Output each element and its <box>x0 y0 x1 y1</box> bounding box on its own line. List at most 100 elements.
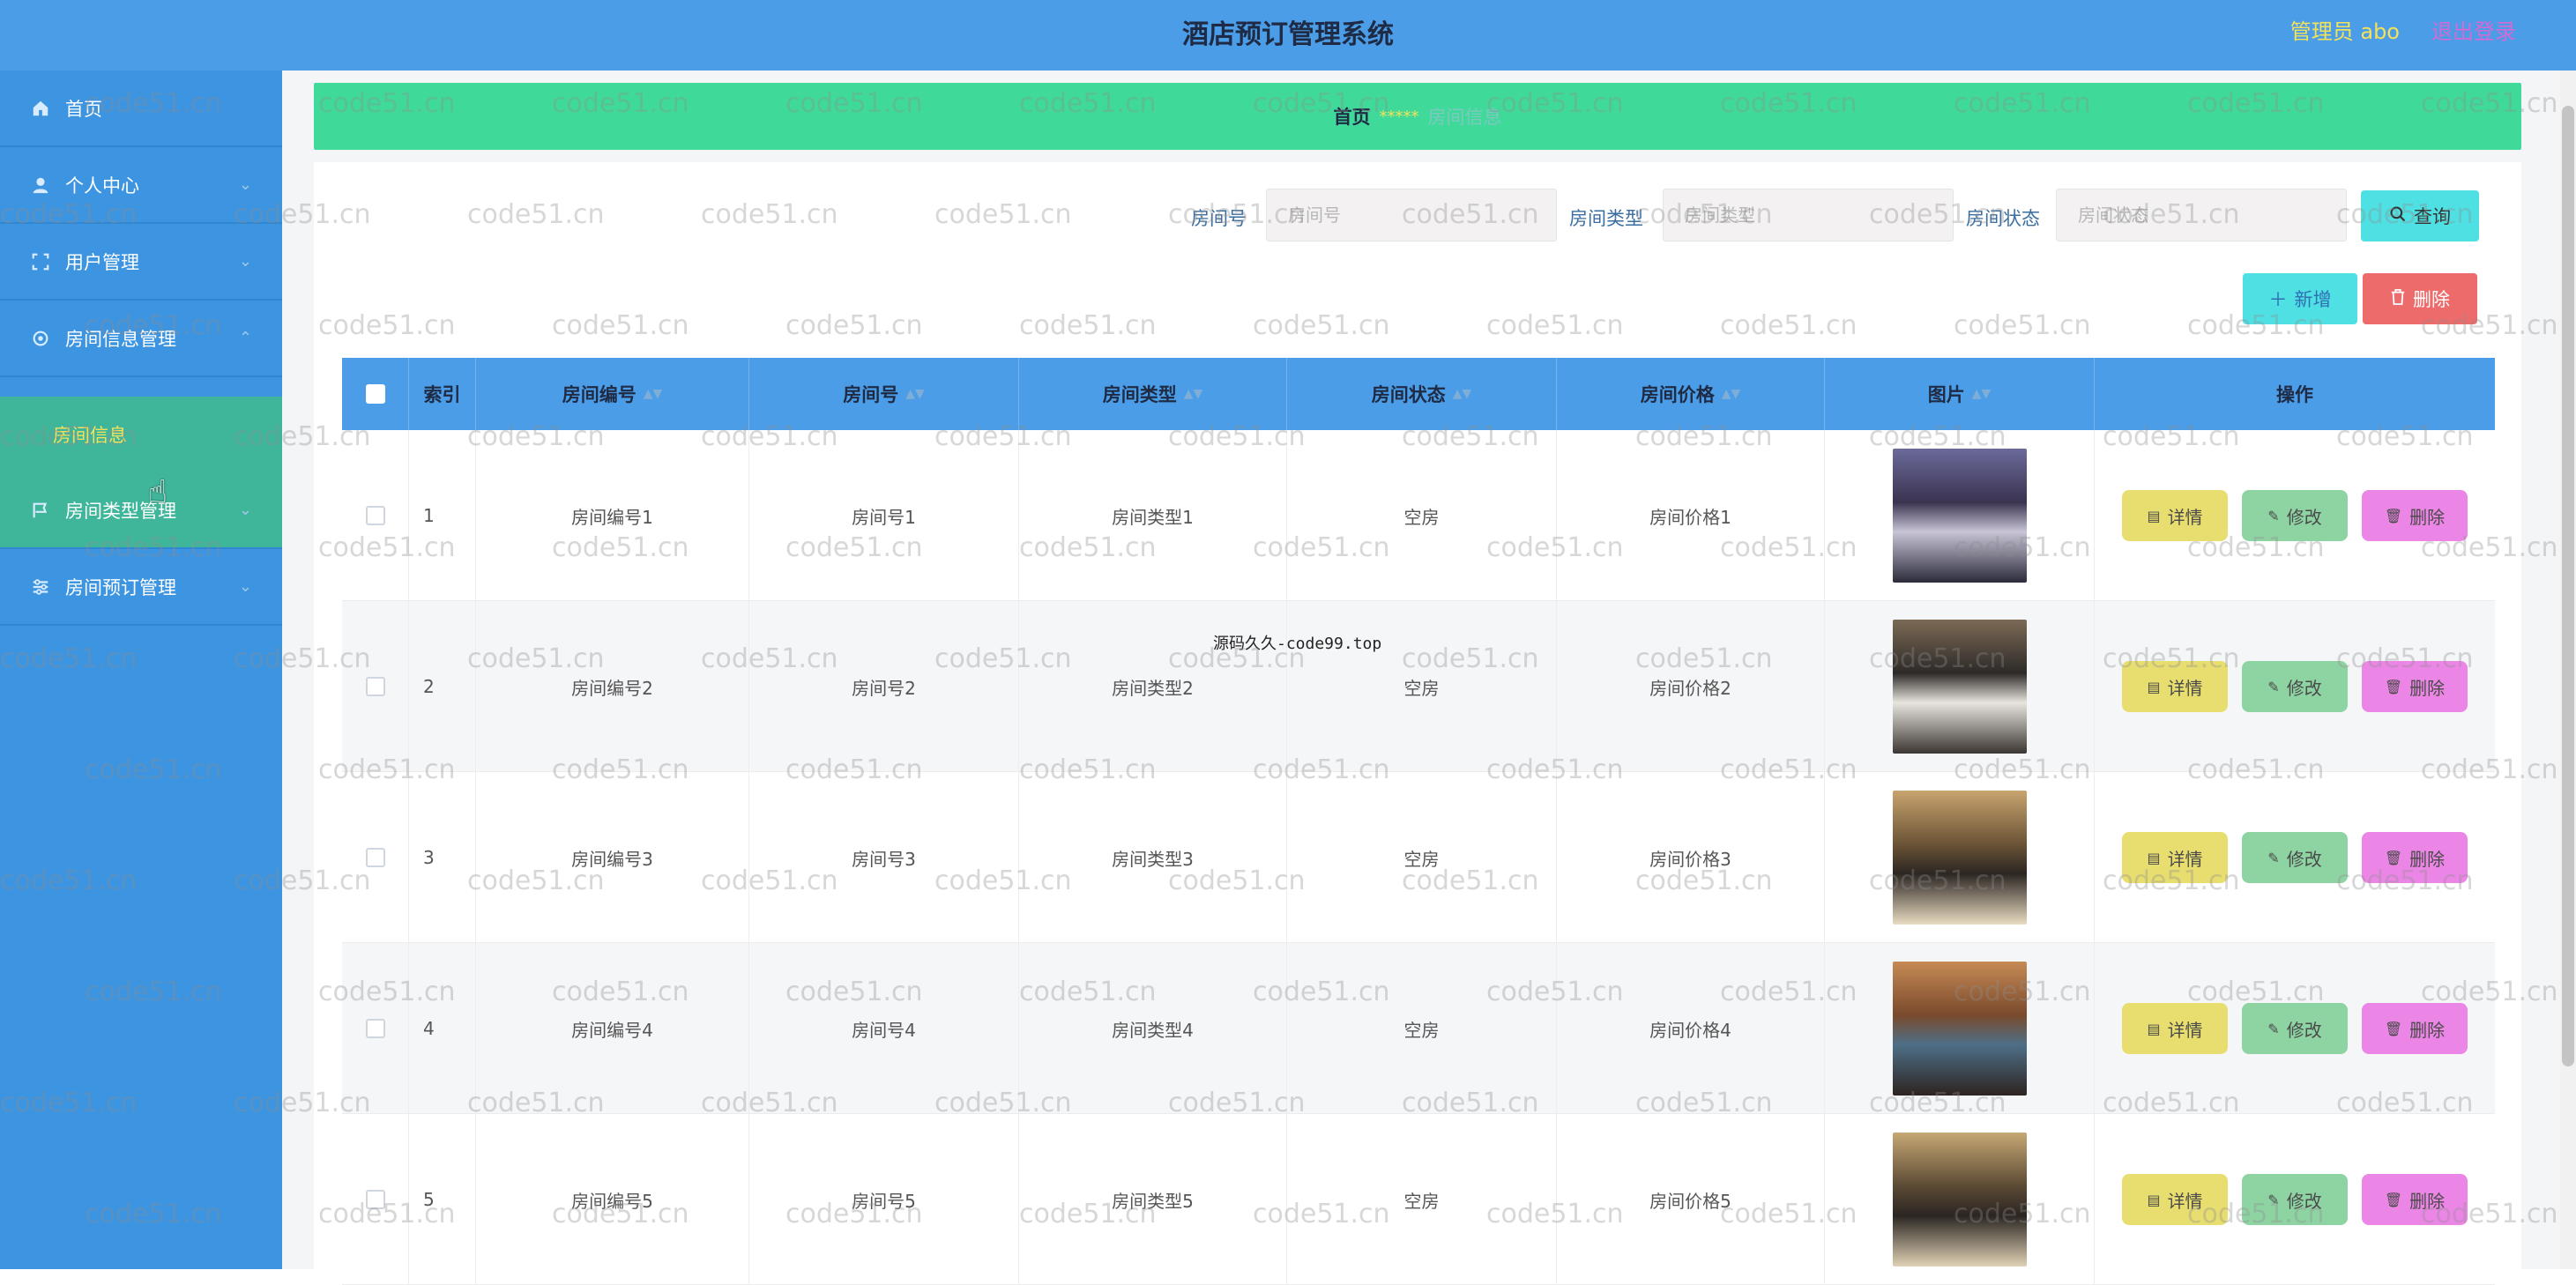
row-checkbox[interactable] <box>365 1190 385 1209</box>
cell-text: 房间类型4 <box>1112 1019 1194 1041</box>
users-icon <box>30 251 51 272</box>
edit-button[interactable]: ✎ 修改 <box>2242 832 2348 883</box>
cell-price: 房间价格4 <box>1557 943 1825 1114</box>
delete-button[interactable]: 🗑 删除 <box>2362 661 2468 712</box>
room-photo[interactable] <box>1892 1133 2027 1266</box>
room-status-input[interactable] <box>2056 189 2347 241</box>
detail-button[interactable]: ▤ 详情 <box>2122 490 2228 541</box>
sidebar-item-room-info-management[interactable]: 房间信息管理 ⌃ <box>0 301 282 377</box>
room-photo[interactable] <box>1892 620 2027 754</box>
sidebar-item-room-type-management[interactable]: 房间类型管理 ⌄ <box>0 472 282 549</box>
row-checkbox[interactable] <box>365 848 385 867</box>
column-header-room-type[interactable]: 房间类型 ▲▼ <box>1019 358 1287 430</box>
detail-button[interactable]: ▤ 详情 <box>2122 661 2228 712</box>
logout-link[interactable]: 退出登录 <box>2431 14 2516 45</box>
app-title: 酒店预订管理系统 <box>1182 19 1394 50</box>
select-all-checkbox[interactable] <box>365 384 385 404</box>
column-header-room-status[interactable]: 房间状态 ▲▼ <box>1287 358 1557 430</box>
sort-icon[interactable]: ▲▼ <box>1184 387 1203 401</box>
sidebar-item-label: 房间信息管理 <box>65 328 176 350</box>
delete-button[interactable]: 🗑 删除 <box>2362 490 2468 541</box>
cell-text: 房间编号5 <box>571 1190 653 1212</box>
sidebar-subitem-room-info[interactable]: 房间信息 <box>0 397 282 472</box>
cell-code: 房间编号2 <box>476 601 749 772</box>
cell-text: 4 <box>423 1018 435 1039</box>
delete-button[interactable]: 🗑 删除 <box>2362 832 2468 883</box>
add-button[interactable]: ＋ 新增 <box>2243 273 2357 324</box>
trash-icon: 🗑 <box>2384 678 2403 695</box>
plus-icon: ＋ <box>2268 289 2288 310</box>
detail-button-label: 详情 <box>2167 1019 2203 1041</box>
cell-no: 房间号2 <box>749 601 1019 772</box>
room-photo[interactable] <box>1892 962 2027 1096</box>
cell-index: 4 <box>409 943 476 1114</box>
column-header-room-no[interactable]: 房间号 ▲▼ <box>749 358 1019 430</box>
cell-code: 房间编号5 <box>476 1114 749 1285</box>
column-header-label: 操作 <box>2276 384 2313 405</box>
delete-button[interactable]: 🗑 删除 <box>2362 1174 2468 1225</box>
detail-button[interactable]: ▤ 详情 <box>2122 1174 2228 1225</box>
cell-text: 房间编号1 <box>571 506 653 528</box>
user-icon <box>30 175 51 196</box>
detail-button[interactable]: ▤ 详情 <box>2122 832 2228 883</box>
room-type-input[interactable] <box>1663 189 1954 241</box>
breadcrumb: 首页 ***** 房间信息 <box>314 83 2521 150</box>
column-header-label: 房间编号 <box>562 384 637 405</box>
cell-actions: ▤ 详情 ✎ 修改 🗑 删除 <box>2095 772 2495 943</box>
query-button[interactable]: 查询 <box>2361 190 2479 241</box>
breadcrumb-home[interactable]: 首页 <box>1334 103 1371 130</box>
sidebar-item-users[interactable]: 用户管理 ⌄ <box>0 224 282 301</box>
cell-index: 1 <box>409 430 476 601</box>
row-checkbox-cell <box>342 430 409 601</box>
scrollbar-thumb[interactable] <box>2562 106 2574 1066</box>
sort-icon[interactable]: ▲▼ <box>1453 387 1472 401</box>
cell-image <box>1825 1114 2095 1285</box>
column-header-room-price[interactable]: 房间价格 ▲▼ <box>1557 358 1825 430</box>
edit-button[interactable]: ✎ 修改 <box>2242 1174 2348 1225</box>
room-no-input[interactable] <box>1266 189 1557 241</box>
sort-icon[interactable]: ▲▼ <box>1972 387 1992 401</box>
detail-button[interactable]: ▤ 详情 <box>2122 1003 2228 1054</box>
delete-button-label: 删除 <box>2409 1190 2446 1212</box>
sidebar-item-label: 个人中心 <box>65 175 139 197</box>
sort-icon[interactable]: ▲▼ <box>905 387 925 401</box>
document-icon: ▤ <box>2147 507 2161 524</box>
trash-icon: 🗑 <box>2384 849 2403 866</box>
sidebar-item-home[interactable]: 首页 <box>0 71 282 147</box>
row-checkbox[interactable] <box>365 506 385 525</box>
breadcrumb-current: 房间信息 <box>1427 107 1502 128</box>
sidebar-item-profile[interactable]: 个人中心 ⌄ <box>0 147 282 224</box>
batch-delete-button[interactable]: 删除 <box>2363 273 2477 324</box>
room-photo[interactable] <box>1892 449 2027 583</box>
edit-button-label: 修改 <box>2286 1019 2322 1041</box>
table-header: 索引 房间编号 ▲▼ 房间号 ▲▼ 房间类型 ▲▼ 房间状态 ▲▼ 房间价格 ▲▼ <box>342 358 2495 430</box>
delete-button[interactable]: 🗑 删除 <box>2362 1003 2468 1054</box>
column-header-image[interactable]: 图片 ▲▼ <box>1825 358 2095 430</box>
room-photo[interactable] <box>1892 791 2027 925</box>
edit-button-label: 修改 <box>2286 1190 2322 1212</box>
document-icon: ▤ <box>2147 849 2161 866</box>
column-header-room-code[interactable]: 房间编号 ▲▼ <box>476 358 749 430</box>
column-header-label: 房间号 <box>843 384 899 405</box>
room-no-label: 房间号 <box>1191 208 1247 229</box>
edit-button[interactable]: ✎ 修改 <box>2242 490 2348 541</box>
pencil-icon: ✎ <box>2267 1191 2280 1208</box>
sort-icon[interactable]: ▲▼ <box>1722 387 1741 401</box>
edit-button[interactable]: ✎ 修改 <box>2242 661 2348 712</box>
sidebar-item-booking-management[interactable]: 房间预订管理 ⌄ <box>0 549 282 626</box>
cell-image <box>1825 430 2095 601</box>
cell-status: 空房 <box>1287 430 1557 601</box>
cell-text: 房间类型3 <box>1112 848 1194 870</box>
row-checkbox[interactable] <box>365 677 385 696</box>
edit-button[interactable]: ✎ 修改 <box>2242 1003 2348 1054</box>
cell-type: 房间类型5 <box>1019 1114 1287 1285</box>
document-icon: ▤ <box>2147 678 2161 695</box>
sidebar-item-label: 用户管理 <box>65 251 139 273</box>
chevron-down-icon: ⌄ <box>238 501 252 519</box>
cell-type: 房间类型3 <box>1019 772 1287 943</box>
column-header-actions: 操作 <box>2095 358 2495 430</box>
row-checkbox[interactable] <box>365 1019 385 1038</box>
cell-no: 房间号1 <box>749 430 1019 601</box>
sort-icon[interactable]: ▲▼ <box>644 387 663 401</box>
flag-icon <box>30 500 51 521</box>
